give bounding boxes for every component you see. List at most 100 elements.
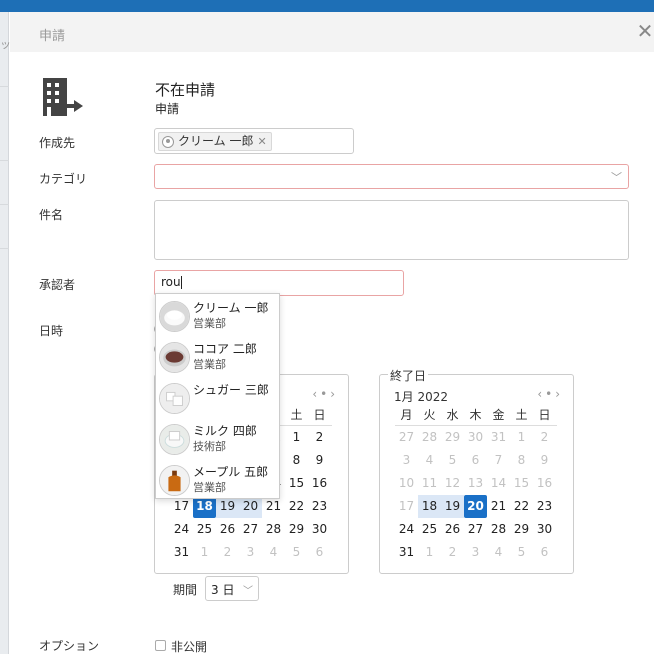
calendar-day-cell[interactable]: 3 xyxy=(464,541,487,564)
calendar-day-cell[interactable]: 30 xyxy=(464,426,487,449)
calendar-day-cell[interactable]: 1 xyxy=(285,426,308,449)
chevron-down-icon: ﹀ xyxy=(243,586,253,597)
calendar-day-cell[interactable]: 1 xyxy=(510,426,533,449)
suggestion-department: 営業部 xyxy=(193,317,226,330)
calendar-day-cell[interactable]: 23 xyxy=(533,495,556,518)
calendar-week-row: 17 18 19 20 21 22 23 xyxy=(395,495,557,518)
calendar-day-cell[interactable]: 30 xyxy=(533,518,556,541)
calendar-day-cell[interactable]: 5 xyxy=(285,541,308,564)
close-icon[interactable]: ✕ xyxy=(634,20,654,42)
calendar-day-cell[interactable]: 2 xyxy=(533,426,556,449)
calendar-day-cell[interactable]: 14 xyxy=(487,472,510,495)
calendar-day-cell[interactable]: 18 xyxy=(418,495,441,518)
calendar-day-cell[interactable]: 30 xyxy=(308,518,331,541)
divider xyxy=(0,160,9,161)
calendar-day-cell[interactable]: 15 xyxy=(510,472,533,495)
calendar-day-cell[interactable]: 9 xyxy=(533,449,556,472)
background-page: ッ xyxy=(0,12,11,654)
start-calendar-nav[interactable]: ‹•› xyxy=(312,387,338,401)
approver-suggestion-item[interactable]: クリーム 一郎 営業部 xyxy=(156,297,280,337)
calendar-day-cell[interactable]: 26 xyxy=(441,518,464,541)
calendar-day-cell[interactable]: 24 xyxy=(170,518,193,541)
calendar-day-cell[interactable]: 3 xyxy=(395,449,418,472)
calendar-day-cell[interactable]: 16 xyxy=(308,472,331,495)
end-date-calendar: 終了日 1月 2022 ‹•› 月火水木金土日 27 28 29 30 31 1 2 3 4 5 6 7… xyxy=(379,367,574,574)
calendar-day-cell[interactable]: 22 xyxy=(510,495,533,518)
calendar-day-cell[interactable]: 22 xyxy=(285,495,308,518)
calendar-day-cell[interactable]: 29 xyxy=(441,426,464,449)
end-calendar-nav[interactable]: ‹•› xyxy=(537,387,563,401)
calendar-day-cell[interactable]: 21 xyxy=(487,495,510,518)
weekday-label: 日 xyxy=(313,408,326,422)
suggestion-department: 営業部 xyxy=(193,481,226,494)
subject-textarea[interactable] xyxy=(154,200,629,260)
calendar-day-cell[interactable]: 8 xyxy=(285,449,308,472)
request-dialog: 申請 ✕ 不在申請 申請 作成先 クリーム 一郎 ✕ カテゴリ ﹀ 件名 承認者… xyxy=(10,12,654,654)
period-value: 3 日 xyxy=(211,583,235,597)
selected-day-cell[interactable]: 20 xyxy=(464,495,487,518)
approver-suggestion-item[interactable]: ココア 二郎 営業部 xyxy=(156,338,280,378)
category-select[interactable]: ﹀ xyxy=(154,164,629,189)
calendar-day-cell[interactable]: 6 xyxy=(533,541,556,564)
approver-suggestion-item[interactable]: ミルク 四郎 技術部 xyxy=(156,420,280,460)
calendar-day-cell[interactable]: 31 xyxy=(170,541,193,564)
calendar-day-cell[interactable]: 23 xyxy=(308,495,331,518)
calendar-day-cell[interactable]: 3 xyxy=(239,541,262,564)
period-label: 期間 xyxy=(173,583,198,597)
calendar-day-cell[interactable]: 9 xyxy=(308,449,331,472)
weekday-label: 火 xyxy=(423,408,436,422)
calendar-day-cell[interactable]: 29 xyxy=(285,518,308,541)
calendar-day-cell[interactable]: 27 xyxy=(239,518,262,541)
calendar-day-cell[interactable]: 8 xyxy=(510,449,533,472)
calendar-week-row: 3456789 xyxy=(395,449,557,472)
calendar-day-cell[interactable]: 2 xyxy=(441,541,464,564)
calendar-day-cell[interactable]: 5 xyxy=(510,541,533,564)
calendar-day-cell[interactable]: 24 xyxy=(395,518,418,541)
request-type-title: 不在申請 xyxy=(155,81,216,99)
calendar-day-cell[interactable]: 27 xyxy=(464,518,487,541)
approver-suggestion-dropdown: クリーム 一郎 営業部 ココア 二郎 営業部 シュガー 三郎 ミルク 四郎 技術部 メープル … xyxy=(155,293,280,499)
calendar-day-cell[interactable]: 7 xyxy=(487,449,510,472)
calendar-day-cell[interactable]: 4 xyxy=(418,449,441,472)
calendar-day-cell[interactable]: 31 xyxy=(395,541,418,564)
calendar-day-cell[interactable]: 28 xyxy=(262,518,285,541)
calendar-day-cell[interactable]: 6 xyxy=(308,541,331,564)
calendar-day-cell[interactable]: 26 xyxy=(216,518,239,541)
maple-avatar xyxy=(159,465,190,496)
approver-suggestion-item[interactable]: メープル 五郎 営業部 xyxy=(156,461,280,501)
weekday-label: 水 xyxy=(446,408,459,422)
approver-suggestion-item[interactable]: シュガー 三郎 xyxy=(156,379,280,419)
suggestion-department: 営業部 xyxy=(193,358,226,371)
calendar-day-cell[interactable]: 1 xyxy=(418,541,441,564)
calendar-day-cell[interactable]: 28 xyxy=(487,518,510,541)
calendar-day-cell[interactable]: 27 xyxy=(395,426,418,449)
recipient-field[interactable]: クリーム 一郎 ✕ xyxy=(154,128,354,154)
private-checkbox[interactable] xyxy=(155,640,166,651)
calendar-day-cell[interactable]: 31 xyxy=(487,426,510,449)
calendar-day-cell[interactable]: 16 xyxy=(533,472,556,495)
remove-chip-icon[interactable]: ✕ xyxy=(257,133,266,150)
calendar-day-cell[interactable]: 11 xyxy=(418,472,441,495)
calendar-day-cell[interactable]: 10 xyxy=(395,472,418,495)
calendar-day-cell[interactable]: 17 xyxy=(395,495,418,518)
calendar-day-cell[interactable]: 25 xyxy=(193,518,216,541)
period-select[interactable]: 3 日 ﹀ xyxy=(205,576,259,601)
calendar-day-cell[interactable]: 13 xyxy=(464,472,487,495)
calendar-day-cell[interactable]: 4 xyxy=(262,541,285,564)
calendar-day-cell[interactable]: 25 xyxy=(418,518,441,541)
calendar-day-cell[interactable]: 2 xyxy=(308,426,331,449)
weekday-label: 土 xyxy=(515,408,528,422)
calendar-day-cell[interactable]: 5 xyxy=(441,449,464,472)
calendar-day-cell[interactable]: 29 xyxy=(510,518,533,541)
calendar-day-cell[interactable]: 4 xyxy=(487,541,510,564)
suggestion-department: 技術部 xyxy=(193,440,226,453)
calendar-day-cell[interactable]: 1 xyxy=(193,541,216,564)
divider xyxy=(0,86,9,87)
calendar-day-cell[interactable]: 28 xyxy=(418,426,441,449)
calendar-day-cell[interactable]: 2 xyxy=(216,541,239,564)
calendar-day-cell[interactable]: 12 xyxy=(441,472,464,495)
calendar-week-row: 272829303112 xyxy=(395,426,557,449)
calendar-day-cell[interactable]: 15 xyxy=(285,472,308,495)
calendar-day-cell[interactable]: 6 xyxy=(464,449,487,472)
calendar-day-cell[interactable]: 19 xyxy=(441,495,464,518)
